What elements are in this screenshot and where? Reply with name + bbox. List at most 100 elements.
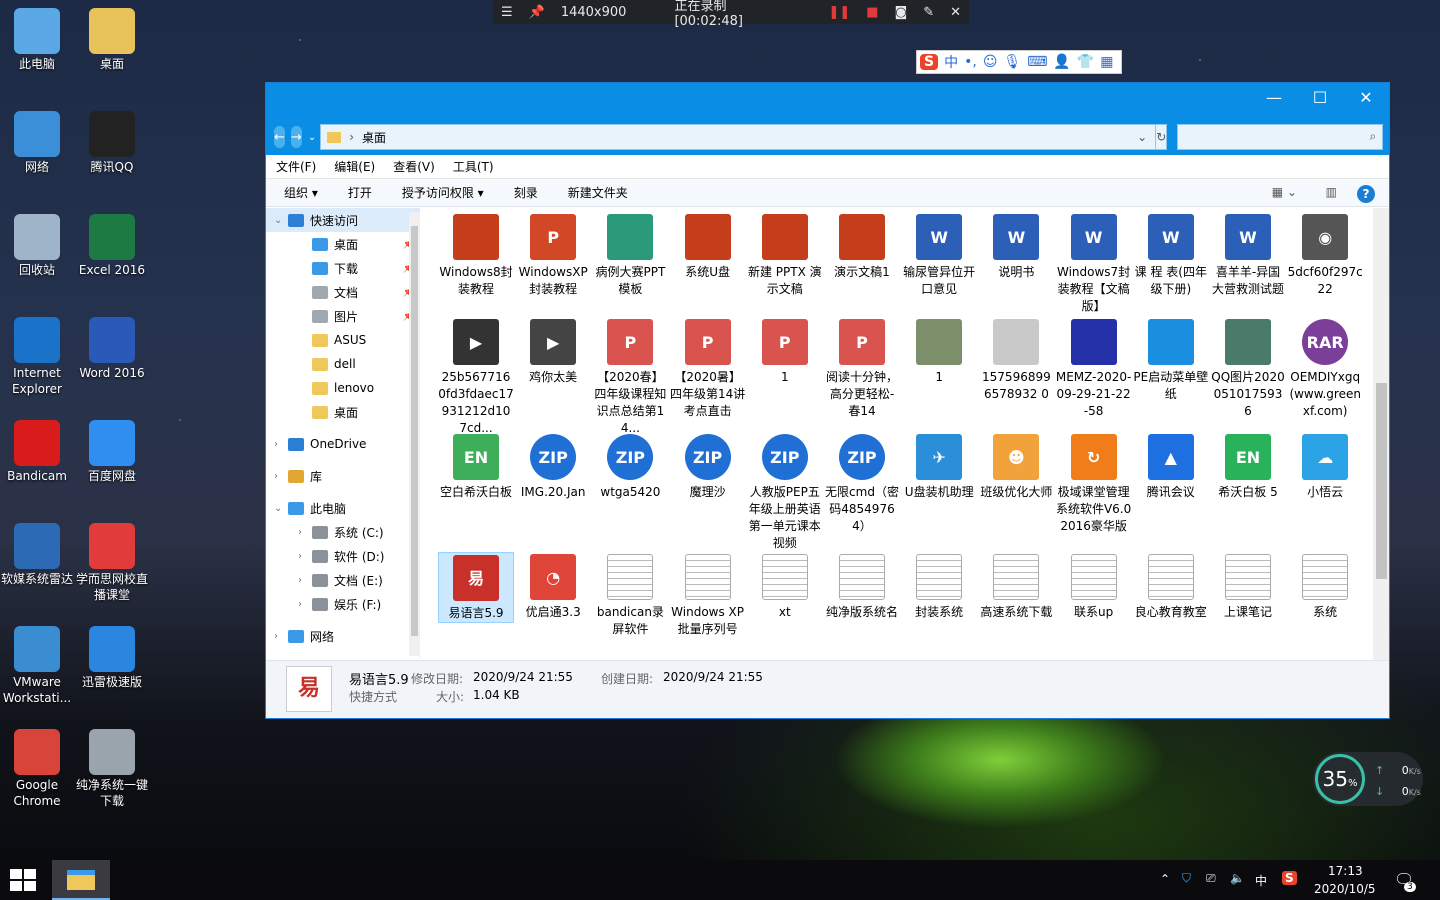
nav-item[interactable]: › OneDrive: [266, 432, 419, 456]
desktop-icon-baidu-netdisk[interactable]: 百度网盘: [75, 414, 149, 484]
tray-overflow-icon[interactable]: ⌃: [1160, 872, 1170, 886]
network-speed-widget[interactable]: 35% ↑ 0K/s ↓ 0K/s: [1313, 752, 1423, 806]
file-item[interactable]: 系统U盘: [670, 212, 746, 281]
desktop-icon-vmware[interactable]: VMware Workstati...: [0, 620, 74, 706]
file-item[interactable]: 新建 PPTX 演示文稿: [747, 212, 823, 298]
maximize-button[interactable]: ☐: [1297, 83, 1343, 113]
expand-icon[interactable]: ›: [274, 631, 288, 642]
file-item[interactable]: W Windows7封装教程【文稿版】: [1056, 212, 1132, 315]
file-item[interactable]: ZIP IMG.20.Jan: [515, 432, 591, 501]
file-item[interactable]: PE启动菜单壁纸: [1133, 317, 1209, 403]
command-button[interactable]: 组织 ▾: [284, 184, 318, 201]
desktop-icon-pure-system[interactable]: 纯净系统一键下载: [75, 723, 149, 809]
refresh-button[interactable]: ↻: [1156, 124, 1168, 150]
file-item[interactable]: 病例大赛PPT模板: [592, 212, 668, 298]
stop-icon[interactable]: ■: [866, 5, 878, 20]
file-item[interactable]: ☻ 班级优化大师: [978, 432, 1054, 501]
nav-item[interactable]: 下载📌: [266, 256, 419, 280]
command-button[interactable]: 授予访问权限 ▾: [402, 184, 484, 201]
close-icon[interactable]: ✕: [950, 5, 961, 20]
desktop-icon-radar[interactable]: 软媒系统雷达: [0, 517, 74, 587]
file-item[interactable]: P 【2020暑】四年级第14讲考点直击: [670, 317, 746, 420]
search-icon[interactable]: ⌕: [1370, 129, 1377, 144]
file-item[interactable]: Windows8封装教程: [438, 212, 514, 298]
file-item[interactable]: ☁ 小悟云: [1287, 432, 1363, 501]
help-icon[interactable]: ?: [1357, 185, 1375, 203]
file-item[interactable]: 联系up: [1056, 552, 1132, 621]
nav-item[interactable]: › 软件 (D:): [266, 544, 419, 568]
expand-icon[interactable]: ›: [274, 439, 288, 450]
menu-icon[interactable]: ☰: [501, 5, 513, 20]
file-item[interactable]: P WindowsXP封装教程: [515, 212, 591, 298]
start-button[interactable]: [10, 869, 36, 891]
file-item[interactable]: EN 希沃白板 5: [1210, 432, 1286, 501]
clock-time[interactable]: 17:13: [1328, 864, 1363, 878]
expand-icon[interactable]: ›: [298, 527, 312, 538]
menu-item[interactable]: 工具(T): [453, 158, 494, 175]
nav-item[interactable]: › 库: [266, 464, 419, 488]
file-item[interactable]: 上课笔记: [1210, 552, 1286, 621]
desktop-icon-this-pc[interactable]: 此电脑: [0, 2, 74, 72]
sogou-tray-icon[interactable]: S: [1282, 871, 1297, 885]
nav-item[interactable]: lenovo: [266, 376, 419, 400]
nav-item[interactable]: › 系统 (C:): [266, 520, 419, 544]
nav-scrollbar-thumb[interactable]: [411, 226, 418, 636]
emoji-icon[interactable]: ☺: [983, 54, 998, 70]
skin-icon[interactable]: 👕: [1077, 54, 1094, 70]
command-button[interactable]: 新建文件夹: [568, 184, 628, 201]
nav-item[interactable]: 图片📌: [266, 304, 419, 328]
expand-icon[interactable]: ›: [298, 575, 312, 586]
close-button[interactable]: ✕: [1343, 83, 1389, 113]
network-tray-icon[interactable]: ⎚: [1206, 871, 1216, 886]
nav-item[interactable]: ⌄ 此电脑: [266, 496, 419, 520]
volume-icon[interactable]: 🔈: [1230, 871, 1245, 885]
desktop-icon-chrome[interactable]: Google Chrome: [0, 723, 74, 809]
command-button[interactable]: 打开: [348, 184, 372, 201]
file-item[interactable]: ↻ 极域课堂管理系统软件V6.0 2016豪华版: [1056, 432, 1132, 535]
command-button[interactable]: 刻录: [514, 184, 538, 201]
expand-icon[interactable]: ›: [298, 599, 312, 610]
file-item[interactable]: 纯净版系统名: [824, 552, 900, 621]
nav-item[interactable]: › 娱乐 (F:): [266, 592, 419, 616]
desktop-icon-thunder[interactable]: 迅雷极速版: [75, 620, 149, 690]
desktop-icon-xueersi[interactable]: 学而思网校直播课堂: [75, 517, 149, 603]
search-input[interactable]: ⌕: [1177, 124, 1384, 150]
file-item[interactable]: 演示文稿1: [824, 212, 900, 281]
breadcrumb[interactable]: 桌面: [362, 129, 386, 146]
user-icon[interactable]: 👤: [1053, 54, 1070, 70]
back-button[interactable]: ←: [274, 126, 285, 148]
desktop-icon-desktop-folder[interactable]: 桌面: [75, 2, 149, 72]
file-item[interactable]: W 课 程 表(四年级下册): [1133, 212, 1209, 298]
menu-item[interactable]: 文件(F): [276, 158, 316, 175]
file-item[interactable]: ✈ U盘装机助理: [901, 432, 977, 501]
tray-ime[interactable]: 中: [1255, 872, 1267, 889]
nav-item[interactable]: dell: [266, 352, 419, 376]
keyboard-icon[interactable]: ⌨: [1027, 54, 1047, 70]
file-item[interactable]: 系统: [1287, 552, 1363, 621]
desktop-icon-qq[interactable]: 腾讯QQ: [75, 105, 149, 175]
file-item[interactable]: 1: [901, 317, 977, 386]
address-bar[interactable]: › 桌面 ⌄: [320, 124, 1157, 150]
recent-dropdown-icon[interactable]: ⌄: [308, 132, 316, 143]
view-options-icon[interactable]: ▦ ⌄: [1272, 185, 1297, 199]
file-item[interactable]: MEMZ-2020-09-29-21-22-58: [1056, 317, 1132, 420]
file-item[interactable]: 易易语言5.9: [438, 552, 514, 623]
expand-icon[interactable]: ⌄: [274, 503, 288, 514]
nav-item[interactable]: ⌄ 快速访问: [266, 208, 419, 232]
sogou-logo-icon[interactable]: S: [920, 54, 939, 70]
file-item[interactable]: 封装系统: [901, 552, 977, 621]
file-item[interactable]: ▲ 腾讯会议: [1133, 432, 1209, 501]
file-item[interactable]: RAR OEMDIYxgq(www.greenxf.com): [1287, 317, 1363, 420]
security-icon[interactable]: ⛉: [1182, 871, 1191, 886]
file-item[interactable]: ▶ 25b5677160fd3fdaec17931212d107cd...: [438, 317, 514, 437]
desktop-icon-bandicam[interactable]: Bandicam: [0, 414, 74, 484]
camera-icon[interactable]: ◙: [895, 5, 908, 20]
menu-item[interactable]: 编辑(E): [334, 158, 375, 175]
file-item[interactable]: P 【2020春】四年级课程知识点总结第14...: [592, 317, 668, 437]
nav-item[interactable]: › 文档 (E:): [266, 568, 419, 592]
desktop-icon-network[interactable]: 网络: [0, 105, 74, 175]
desktop-icon-ie[interactable]: Internet Explorer: [0, 311, 74, 397]
file-item[interactable]: ZIP wtga5420: [592, 432, 668, 501]
file-item[interactable]: P1: [747, 317, 823, 386]
nav-item[interactable]: 文档📌: [266, 280, 419, 304]
